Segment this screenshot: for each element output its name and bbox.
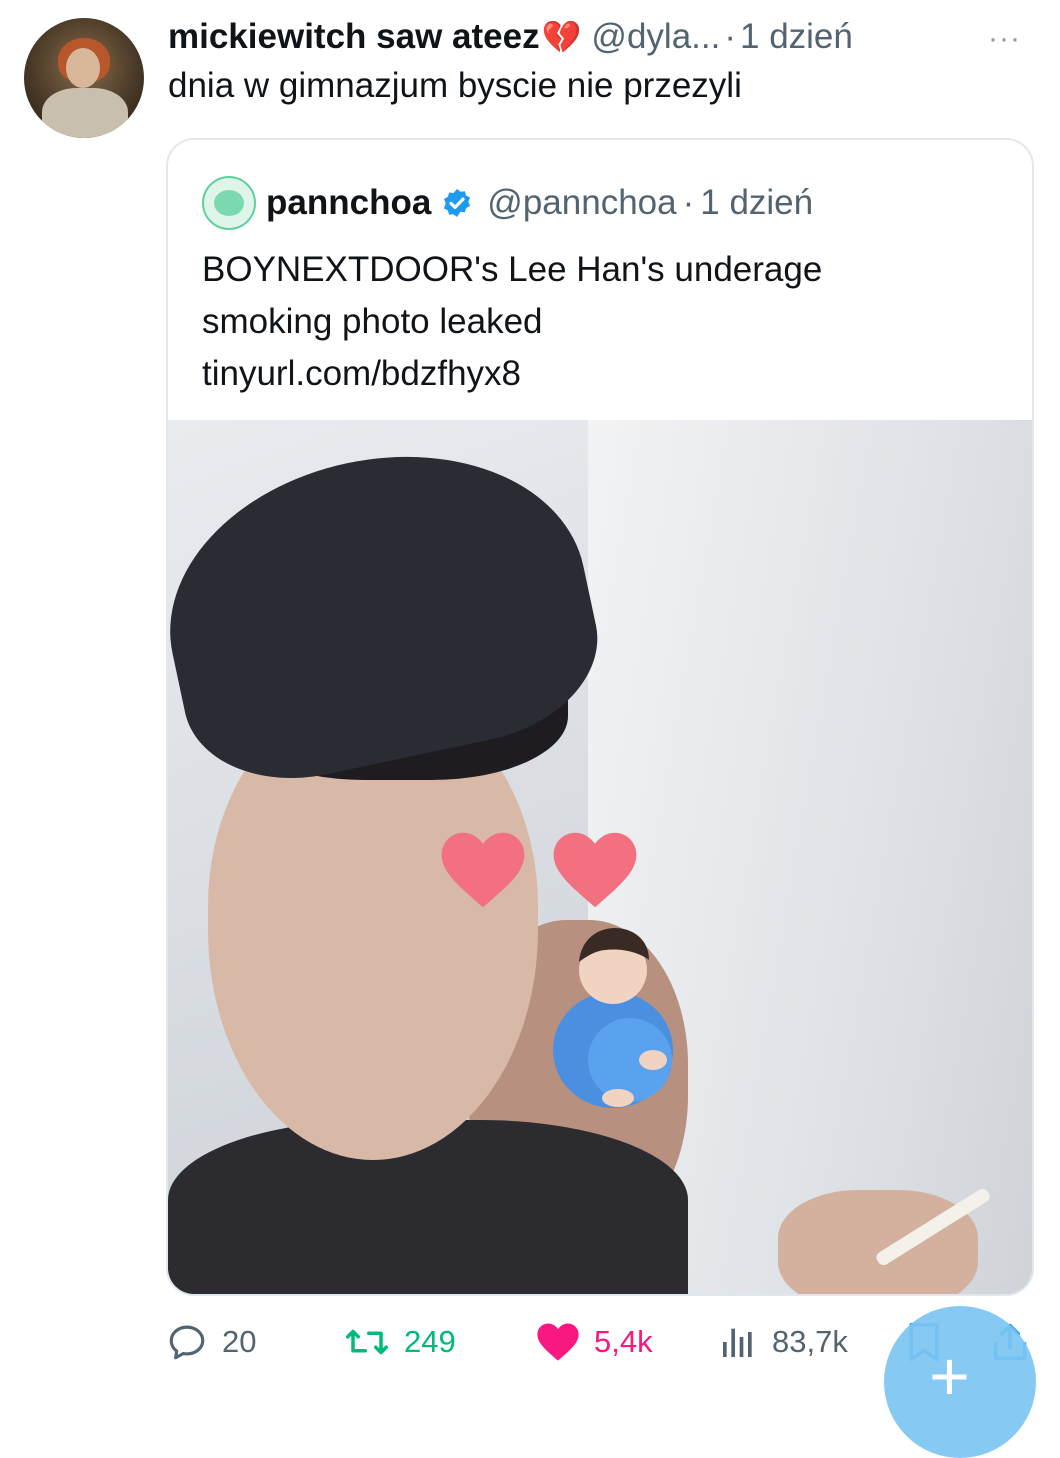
verified-badge-icon	[444, 189, 471, 217]
reply-icon	[169, 1325, 205, 1360]
heart-filled-icon	[537, 1323, 579, 1361]
heart-sticker-icon	[553, 832, 637, 908]
author-avatar[interactable]	[24, 18, 144, 138]
broken-heart-icon: 💔	[541, 19, 582, 55]
tweet-timestamp[interactable]: 1 dzień	[740, 17, 853, 57]
retweet-button[interactable]: 249	[344, 1312, 456, 1372]
retweet-count: 249	[404, 1324, 456, 1359]
quoted-tweet-header: pannchoa @pannchoa · 1 dzień	[266, 178, 813, 228]
quoted-text-link[interactable]: tinyurl.com/bdzfhyx8	[202, 348, 1002, 400]
like-count: 5,4k	[594, 1324, 653, 1359]
author-handle[interactable]: @dyla...	[591, 17, 720, 57]
separator-dot: ·	[724, 17, 736, 56]
quoted-tweet-card[interactable]: pannchoa @pannchoa · 1 dzień BOYNEXTDOOR…	[166, 138, 1034, 1296]
reply-button[interactable]: 20	[166, 1312, 256, 1372]
quoted-tweet-photo[interactable]	[168, 420, 1032, 1294]
tweet-text: dnia w gimnazjum byscie nie przezyli	[168, 66, 742, 105]
pregnant-man-emoji-icon	[553, 928, 673, 1108]
tweet-header: mickiewitch saw ateez 💔 @dyla... · 1 dzi…	[168, 14, 853, 60]
quoted-tweet-text: BOYNEXTDOOR's Lee Han's underage smoking…	[202, 244, 1002, 400]
quoted-tweet-timestamp[interactable]: 1 dzień	[700, 183, 813, 223]
separator-dot: ·	[682, 183, 695, 222]
author-display-name[interactable]: mickiewitch saw ateez	[168, 17, 540, 57]
quoted-author-avatar[interactable]	[202, 176, 256, 230]
analytics-bars-icon	[723, 1328, 752, 1357]
reply-count: 20	[222, 1324, 257, 1359]
quoted-text-line: BOYNEXTDOOR's Lee Han's underage	[202, 250, 823, 289]
compose-fab-button[interactable]: +	[884, 1306, 1036, 1458]
retweet-icon	[346, 1329, 388, 1355]
quoted-author-display-name[interactable]: pannchoa	[266, 183, 431, 223]
avatar-face	[66, 48, 100, 88]
views-count: 83,7k	[772, 1324, 848, 1359]
quoted-author-handle[interactable]: @pannchoa	[487, 183, 676, 223]
photo-hand	[778, 1190, 978, 1294]
avatar-coat	[42, 88, 128, 138]
views-button[interactable]: 83,7k	[718, 1312, 848, 1372]
heart-sticker-icon	[441, 832, 525, 908]
like-button[interactable]: 5,4k	[536, 1312, 653, 1372]
more-options-icon[interactable]: ···	[988, 22, 1021, 56]
plus-icon: +	[929, 1337, 970, 1415]
quoted-text-line: smoking photo leaked	[202, 302, 543, 341]
